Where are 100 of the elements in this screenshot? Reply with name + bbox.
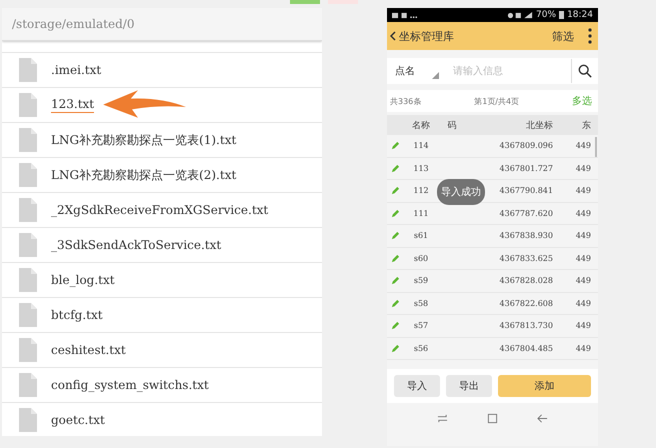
file-icon bbox=[19, 128, 37, 152]
table-cell: 4367790.841 bbox=[500, 186, 553, 196]
pencil-icon[interactable] bbox=[390, 141, 400, 150]
table-cell: 4367833.625 bbox=[500, 254, 553, 263]
notification-icons bbox=[392, 12, 418, 18]
table-cell: 449 bbox=[576, 298, 591, 308]
table-cell: 113 bbox=[413, 164, 429, 173]
column-header: 码 bbox=[446, 120, 458, 132]
back-icon[interactable] bbox=[537, 412, 548, 424]
pencil-icon[interactable] bbox=[390, 186, 400, 196]
file-name: _3SdkSendAckToService.txt bbox=[51, 238, 222, 252]
file-row[interactable]: btcfg.txt bbox=[2, 298, 322, 333]
file-name: goetc.txt bbox=[51, 413, 105, 427]
file-icon bbox=[19, 93, 37, 117]
table-cell: s56 bbox=[414, 344, 428, 353]
file-icon bbox=[19, 408, 37, 432]
file-icon bbox=[19, 58, 37, 82]
table-cell: 4367787.620 bbox=[500, 208, 553, 218]
file-row[interactable]: _3SdkSendAckToService.txt bbox=[2, 228, 322, 263]
table-cell: 4367813.730 bbox=[500, 321, 553, 330]
action-button[interactable]: 添加 bbox=[498, 375, 591, 397]
total-count: 共336条 bbox=[390, 96, 422, 106]
column-header: 北坐标 bbox=[525, 120, 554, 132]
table-cell: 4367822.608 bbox=[500, 298, 553, 308]
table-cell: 4367838.930 bbox=[500, 231, 553, 240]
file-name: _2XgSdkReceiveFromXGService.txt bbox=[51, 203, 268, 217]
arrow-icon bbox=[102, 88, 186, 120]
table-cell: 449 bbox=[576, 141, 591, 150]
table-cell: 449 bbox=[576, 276, 591, 286]
table-cell: s59 bbox=[414, 276, 428, 286]
scrollbar bbox=[595, 137, 597, 157]
file-row[interactable]: ceshitest.txt bbox=[2, 333, 322, 368]
battery-text: 70% bbox=[536, 10, 556, 20]
pencil-icon[interactable] bbox=[390, 231, 400, 240]
file-row[interactable]: ble_log.txt bbox=[2, 263, 322, 298]
pencil-icon[interactable] bbox=[390, 344, 400, 353]
file-row[interactable]: LNG补充勘察勘探点一览表(2).txt bbox=[2, 158, 322, 193]
table-cell: 112 bbox=[413, 186, 429, 196]
pencil-icon[interactable] bbox=[390, 164, 400, 173]
table-cell: 449 bbox=[576, 231, 591, 240]
table-cell: 449 bbox=[576, 208, 591, 218]
table-cell: 449 bbox=[576, 164, 591, 173]
pencil-icon[interactable] bbox=[390, 321, 400, 330]
file-name: .imei.txt bbox=[51, 63, 102, 77]
battery-icon bbox=[559, 11, 564, 19]
signal-icons bbox=[507, 12, 534, 18]
table-cell: 4367804.485 bbox=[500, 344, 553, 353]
pencil-icon[interactable] bbox=[390, 254, 400, 263]
file-icon bbox=[19, 163, 37, 187]
column-header: 名称 bbox=[411, 120, 431, 132]
table-cell: s57 bbox=[414, 321, 428, 330]
home-icon[interactable] bbox=[486, 412, 498, 424]
file-icon bbox=[19, 233, 37, 257]
file-name: btcfg.txt bbox=[51, 308, 103, 322]
file-row[interactable]: LNG补充勘察勘探点一览表(1).txt bbox=[2, 123, 322, 158]
field-dropdown[interactable]: 点名 bbox=[393, 60, 441, 82]
search-field[interactable]: 请输入信息 bbox=[451, 59, 572, 83]
file-name: ble_log.txt bbox=[51, 273, 115, 287]
recent-apps-icon[interactable] bbox=[436, 412, 448, 424]
table-cell: s61 bbox=[414, 231, 428, 240]
top-strip bbox=[290, 0, 320, 4]
file-name: config_system_switchs.txt bbox=[51, 378, 209, 392]
table-cell: 449 bbox=[576, 186, 591, 196]
file-row[interactable]: goetc.txt bbox=[2, 403, 322, 436]
table-cell: 114 bbox=[413, 141, 429, 150]
file-name: 123.txt bbox=[51, 97, 94, 113]
chevron-icon bbox=[390, 31, 396, 41]
pencil-icon[interactable] bbox=[390, 298, 400, 308]
table-cell: 111 bbox=[413, 208, 429, 218]
table-cell: 4367801.727 bbox=[500, 164, 553, 173]
file-icon bbox=[19, 268, 37, 292]
pencil-icon[interactable] bbox=[390, 276, 400, 286]
table-cell: s58 bbox=[414, 298, 428, 308]
column-header: 东 bbox=[581, 120, 592, 132]
file-row[interactable]: config_system_switchs.txt bbox=[2, 368, 322, 403]
file-name: LNG补充勘察勘探点一览表(2).txt bbox=[51, 166, 236, 184]
table-cell: 4367809.096 bbox=[500, 141, 553, 150]
clock-text: 18:24 bbox=[567, 10, 593, 20]
toast-message: 导入成功 bbox=[437, 179, 485, 205]
filter-button[interactable]: 筛选 bbox=[552, 28, 574, 44]
table-cell: 449 bbox=[576, 254, 591, 263]
file-icon bbox=[19, 338, 37, 362]
table-cell: 449 bbox=[576, 344, 591, 353]
table-cell: 4367828.028 bbox=[500, 276, 553, 286]
file-row[interactable]: _2XgSdkReceiveFromXGService.txt bbox=[2, 193, 322, 228]
more-icon[interactable] bbox=[588, 28, 592, 44]
file-name: ceshitest.txt bbox=[51, 343, 126, 357]
file-icon bbox=[19, 303, 37, 327]
back-button[interactable]: 坐标管理库 bbox=[390, 28, 454, 44]
action-button[interactable]: 导出 bbox=[446, 375, 492, 397]
file-row[interactable]: .imei.txt bbox=[2, 53, 322, 88]
file-icon bbox=[19, 373, 37, 397]
file-name: LNG补充勘察勘探点一览表(1).txt bbox=[51, 132, 236, 148]
table-cell: s60 bbox=[414, 254, 428, 263]
dropdown-icon bbox=[432, 72, 439, 79]
file-icon bbox=[19, 198, 37, 222]
action-button[interactable]: 导入 bbox=[394, 375, 440, 397]
pencil-icon[interactable] bbox=[390, 208, 400, 218]
search-bar[interactable]: 点名 请输入信息 bbox=[387, 58, 598, 84]
search-icon[interactable] bbox=[578, 64, 592, 78]
